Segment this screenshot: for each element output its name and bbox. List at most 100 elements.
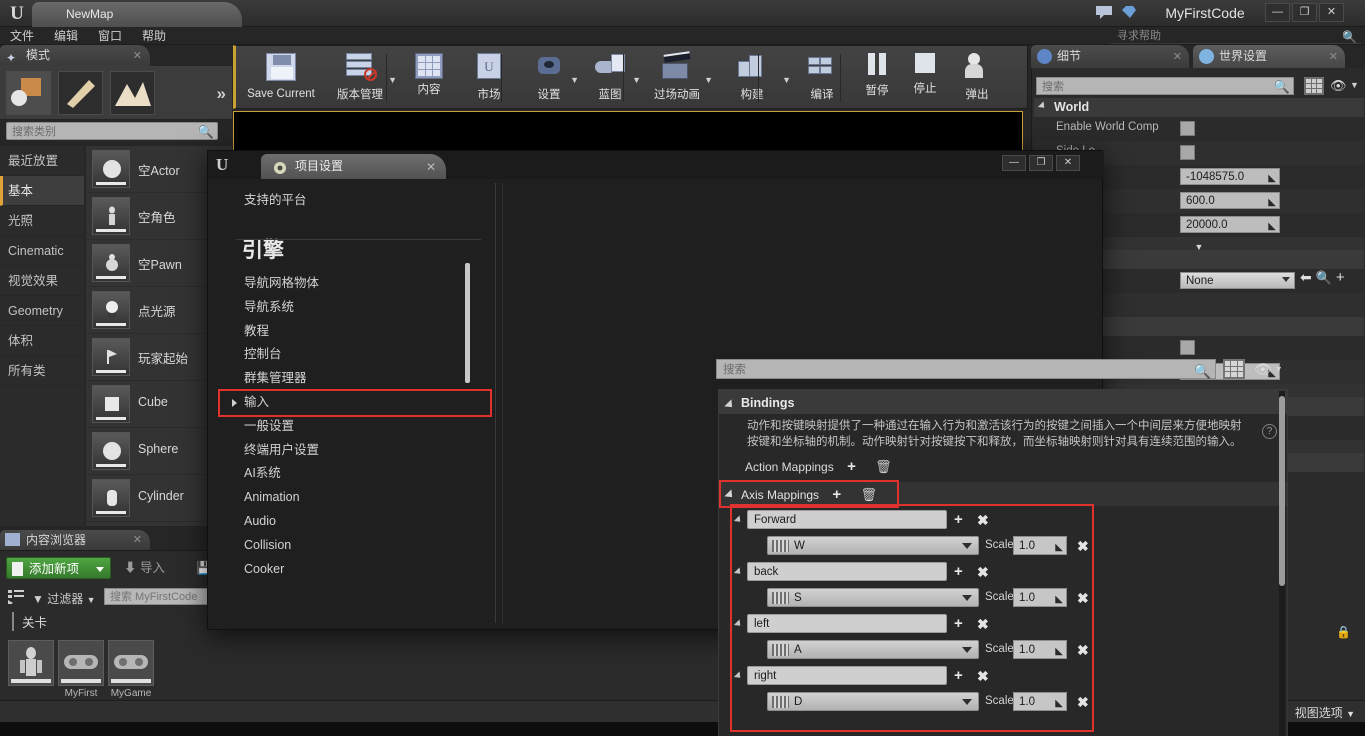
- mode-paint-button[interactable]: [58, 71, 103, 115]
- breadcrumb[interactable]: 关卡: [12, 612, 47, 631]
- menu-item-file[interactable]: 文件: [0, 27, 44, 45]
- scale-input[interactable]: 1.0 ◣: [1013, 692, 1067, 711]
- nav-item-12[interactable]: Cooker: [220, 558, 490, 582]
- place-search-input[interactable]: 搜索类别 🔍: [6, 122, 218, 140]
- toolbar-button-9[interactable]: 暂停: [855, 49, 899, 107]
- spinner-icon[interactable]: ◣: [1055, 538, 1063, 557]
- spinner-icon[interactable]: ◣: [1268, 194, 1276, 211]
- chevron-down-icon[interactable]: ▼: [388, 75, 397, 85]
- axis-key-combo[interactable]: A: [767, 640, 979, 659]
- scale-input[interactable]: 1.0 ◣: [1013, 588, 1067, 607]
- close-icon[interactable]: ✕: [1329, 46, 1338, 69]
- scale-input[interactable]: 1.0 ◣: [1013, 640, 1067, 659]
- property-combo[interactable]: None: [1180, 272, 1295, 289]
- menu-item-help[interactable]: 帮助: [132, 27, 176, 45]
- axis-key-combo[interactable]: S: [767, 588, 979, 607]
- nav-supported-platforms[interactable]: 支持的平台: [220, 183, 490, 212]
- details-grid-view-button[interactable]: [1304, 77, 1324, 95]
- add-key-button[interactable]: +: [954, 615, 963, 632]
- remove-mapping-button[interactable]: ✖: [977, 668, 989, 685]
- add-action-mapping-button[interactable]: +: [847, 458, 856, 475]
- asset-item-0[interactable]: [8, 640, 54, 688]
- content-search-input[interactable]: 搜索 MyFirstCode: [104, 588, 224, 605]
- close-icon[interactable]: ✕: [426, 155, 436, 180]
- scale-input[interactable]: 1.0 ◣: [1013, 536, 1067, 555]
- property-scrollbar[interactable]: [1279, 396, 1285, 586]
- menu-item-edit[interactable]: 编辑: [44, 27, 88, 45]
- dialog-close-button[interactable]: ✕: [1056, 155, 1080, 171]
- nav-item-2[interactable]: 教程: [220, 320, 490, 344]
- spinner-icon[interactable]: ◣: [1055, 642, 1063, 661]
- property-number-input[interactable]: 20000.0 ◣: [1180, 216, 1280, 233]
- dialog-maximize-button[interactable]: ❐: [1029, 155, 1053, 171]
- remove-mapping-button[interactable]: ✖: [977, 564, 989, 581]
- tab-world-settings[interactable]: 世界设置 ✕: [1193, 45, 1345, 68]
- close-icon[interactable]: ✕: [133, 530, 142, 550]
- dialog-minimize-button[interactable]: —: [1002, 155, 1026, 171]
- nav-item-7[interactable]: 终端用户设置: [220, 439, 490, 463]
- tab-details[interactable]: 细节 ✕: [1031, 45, 1189, 68]
- property-checkbox[interactable]: [1180, 145, 1195, 160]
- add-icon[interactable]: +: [1336, 269, 1345, 286]
- modes-close-icon[interactable]: ✕: [133, 46, 142, 67]
- property-checkbox[interactable]: [1180, 340, 1195, 355]
- window-maximize-button[interactable]: ❐: [1292, 3, 1317, 22]
- chevron-down-icon[interactable]: ▼: [1274, 364, 1283, 374]
- toolbar-button-10[interactable]: 停止: [903, 49, 947, 107]
- lock-icon[interactable]: 🔒: [1336, 625, 1351, 639]
- settings-search-input[interactable]: 搜索 🔍: [716, 359, 1216, 379]
- map-tab[interactable]: NewMap: [32, 2, 242, 27]
- axis-key-combo[interactable]: D: [767, 692, 979, 711]
- remove-mapping-button[interactable]: ✖: [977, 512, 989, 529]
- project-settings-tab[interactable]: 项目设置 ✕: [261, 154, 446, 179]
- remove-key-button[interactable]: ✖: [1077, 590, 1089, 607]
- import-button[interactable]: ⬇ 导入: [124, 557, 165, 579]
- nav-item-5[interactable]: 输入: [218, 389, 492, 417]
- filters-button[interactable]: ▼ 过滤器 ▼: [32, 590, 96, 607]
- spinner-icon[interactable]: ◣: [1268, 218, 1276, 235]
- toolbar-button-11[interactable]: 弹出: [953, 49, 1001, 107]
- details-search-input[interactable]: 搜索 🔍: [1036, 77, 1294, 95]
- toolbar-button-4[interactable]: 设置 ▼: [521, 49, 579, 107]
- toolbar-button-0[interactable]: Save Current: [241, 49, 321, 107]
- chevron-down-icon[interactable]: ▼: [704, 75, 713, 85]
- nav-item-9[interactable]: Animation: [220, 486, 490, 510]
- add-key-button[interactable]: +: [954, 511, 963, 528]
- toolbar-button-6[interactable]: 过场动画 ▼: [643, 49, 713, 107]
- help-icon[interactable]: ?: [1262, 424, 1277, 439]
- close-icon[interactable]: ✕: [1173, 46, 1182, 69]
- nav-item-4[interactable]: 群集管理器: [220, 367, 490, 391]
- axis-mapping-name-input[interactable]: back: [747, 562, 947, 581]
- help-search-input[interactable]: 寻求帮助 🔍: [1111, 28, 1361, 44]
- axis-mapping-name-input[interactable]: left: [747, 614, 947, 633]
- eye-icon[interactable]: 👁: [1330, 78, 1347, 94]
- toolbar-button-8[interactable]: 编译: [793, 49, 851, 107]
- property-number-input[interactable]: 600.0 ◣: [1180, 192, 1280, 209]
- category-item-3[interactable]: Cinematic: [0, 236, 84, 266]
- add-key-button[interactable]: +: [954, 563, 963, 580]
- mode-landscape-button[interactable]: [110, 71, 155, 115]
- remove-key-button[interactable]: ✖: [1077, 538, 1089, 555]
- browse-icon[interactable]: 🔍: [1316, 270, 1332, 285]
- toolbar-button-7[interactable]: 构建 ▼: [715, 49, 791, 107]
- axis-key-combo[interactable]: W: [767, 536, 979, 555]
- settings-grid-view-button[interactable]: [1223, 359, 1245, 379]
- category-item-1[interactable]: 基本: [0, 176, 84, 206]
- remove-key-button[interactable]: ✖: [1077, 642, 1089, 659]
- nav-item-1[interactable]: 导航系统: [220, 296, 490, 320]
- modes-tab[interactable]: ✦ 模式 ✕: [0, 45, 150, 66]
- delete-action-mappings-button[interactable]: 🗑: [875, 459, 892, 474]
- bindings-section-header[interactable]: Bindings: [724, 396, 794, 411]
- chevron-down-icon[interactable]: ▼: [782, 75, 791, 85]
- gem-icon[interactable]: [1120, 4, 1138, 22]
- chevron-down-icon[interactable]: ▼: [570, 75, 579, 85]
- spinner-icon[interactable]: ◣: [1055, 694, 1063, 713]
- category-item-7[interactable]: 所有类: [0, 356, 84, 386]
- asset-item-1[interactable]: MyFirst: [58, 640, 104, 699]
- toolbar-button-5[interactable]: 蓝图 ▼: [581, 49, 641, 107]
- category-item-5[interactable]: Geometry: [0, 296, 84, 326]
- axis-mapping-name-input[interactable]: Forward: [747, 510, 947, 529]
- remove-key-button[interactable]: ✖: [1077, 694, 1089, 711]
- nav-item-10[interactable]: Audio: [220, 510, 490, 534]
- property-number-input[interactable]: -1048575.0 ◣: [1180, 168, 1280, 185]
